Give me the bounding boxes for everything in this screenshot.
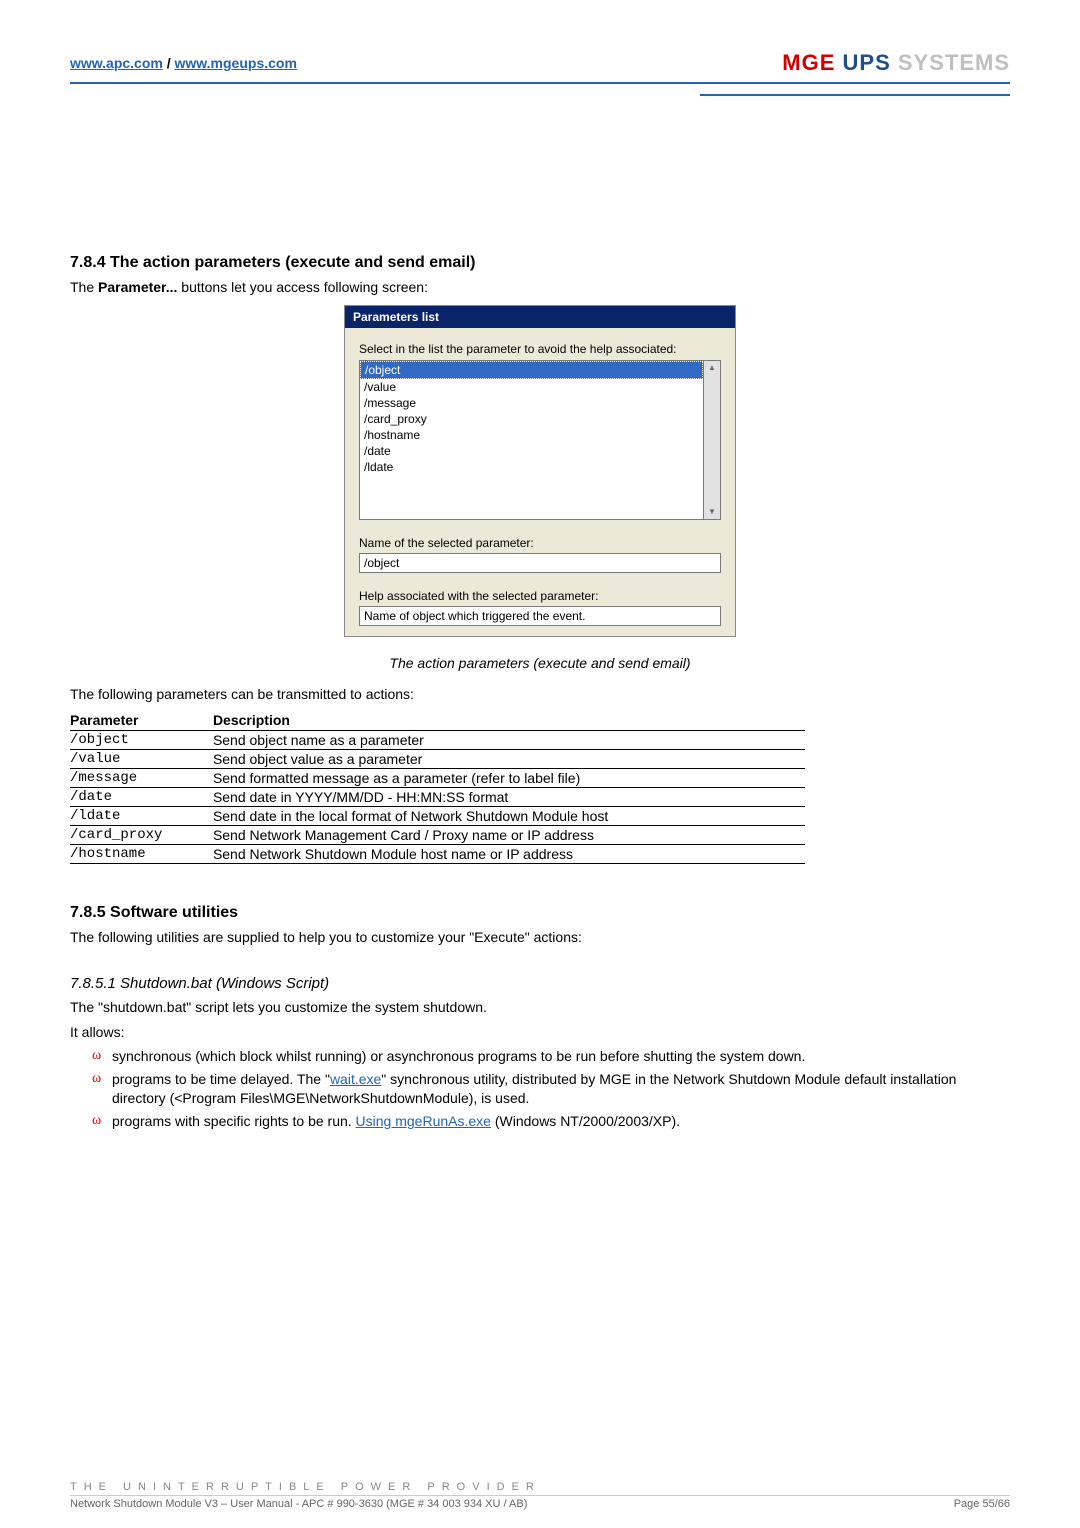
bullet-1: synchronous (which block whilst running)… [92, 1047, 1010, 1066]
shutdown-bat-p2: It allows: [70, 1023, 1010, 1042]
list-item[interactable]: /date [360, 443, 703, 459]
footer-meta: Network Shutdown Module V3 – User Manual… [70, 1498, 527, 1510]
brand-logo: MGE UPS SYSTEMS [782, 50, 1010, 76]
scroll-down-icon[interactable]: ▼ [705, 505, 719, 519]
section-7-8-5-1-heading: 7.8.5.1 Shutdown.bat (Windows Script) [70, 975, 1010, 992]
shutdown-bat-p1: The "shutdown.bat" script lets you custo… [70, 998, 1010, 1017]
dialog-prompt: Select in the list the parameter to avoi… [359, 342, 721, 356]
cell-parameter: /date [70, 787, 213, 806]
help-field: Name of object which triggered the event… [359, 606, 721, 626]
cell-parameter: /card_proxy [70, 825, 213, 844]
footer-tagline: THE UNINTERRUPTIBLE POWER PROVIDER [70, 1481, 1010, 1493]
list-item[interactable]: /hostname [360, 427, 703, 443]
figure-caption: The action parameters (execute and send … [70, 655, 1010, 671]
link-wait-exe[interactable]: wait.exe [330, 1071, 381, 1087]
list-item[interactable]: /message [360, 395, 703, 411]
logo-systems: SYSTEMS [898, 50, 1010, 75]
link-mgerunas[interactable]: Using mgeRunAs.exe [356, 1113, 491, 1129]
cell-description: Send Network Shutdown Module host name o… [213, 844, 805, 863]
parameters-dialog: Parameters list Select in the list the p… [344, 305, 736, 637]
list-item[interactable]: /ldate [360, 459, 703, 475]
section-7-8-4-heading: 7.8.4 The action parameters (execute and… [70, 254, 1010, 272]
footer-page: Page 55/66 [954, 1498, 1010, 1510]
cell-description: Send Network Management Card / Proxy nam… [213, 825, 805, 844]
selected-parameter-field[interactable]: /object [359, 553, 721, 573]
cell-description: Send object value as a parameter [213, 749, 805, 768]
list-item[interactable]: /value [360, 379, 703, 395]
link-apc[interactable]: www.apc.com [70, 55, 163, 71]
th-parameter: Parameter [70, 710, 213, 731]
cell-parameter: /object [70, 730, 213, 749]
list-item[interactable]: /card_proxy [360, 411, 703, 427]
cell-parameter: /message [70, 768, 213, 787]
page-footer: THE UNINTERRUPTIBLE POWER PROVIDER Netwo… [70, 1481, 1010, 1510]
table-row: /valueSend object value as a parameter [70, 749, 805, 768]
cell-parameter: /hostname [70, 844, 213, 863]
section-7-8-5-heading: 7.8.5 Software utilities [70, 904, 1010, 922]
table-row: /hostnameSend Network Shutdown Module ho… [70, 844, 805, 863]
parameter-listbox[interactable]: /object /value /message /card_proxy /hos… [359, 360, 721, 520]
table-intro: The following parameters can be transmit… [70, 685, 1010, 704]
bullet-3: programs with specific rights to be run.… [92, 1112, 1010, 1131]
header-separator: / [163, 55, 175, 71]
cell-description: Send object name as a parameter [213, 730, 805, 749]
scrollbar[interactable]: ▲ ▼ [703, 360, 721, 520]
cell-description: Send date in YYYY/MM/DD - HH:MN:SS forma… [213, 787, 805, 806]
header-rule [70, 82, 1010, 84]
page-header: www.apc.com / www.mgeups.com MGE UPS SYS… [70, 50, 1010, 76]
label-help: Help associated with the selected parame… [359, 589, 721, 603]
link-mgeups[interactable]: www.mgeups.com [175, 55, 297, 71]
section-7-8-5-intro: The following utilities are supplied to … [70, 928, 1010, 947]
table-row: /card_proxySend Network Management Card … [70, 825, 805, 844]
table-row: /objectSend object name as a parameter [70, 730, 805, 749]
cell-parameter: /ldate [70, 806, 213, 825]
table-row: /ldateSend date in the local format of N… [70, 806, 805, 825]
logo-ups: UPS [835, 50, 897, 75]
parameters-table: Parameter Description /objectSend object… [70, 710, 805, 864]
table-row: /dateSend date in YYYY/MM/DD - HH:MN:SS … [70, 787, 805, 806]
th-description: Description [213, 710, 805, 731]
dialog-titlebar: Parameters list [345, 306, 735, 328]
cell-description: Send formatted message as a parameter (r… [213, 768, 805, 787]
header-links: www.apc.com / www.mgeups.com [70, 55, 297, 71]
logo-mge: MGE [782, 50, 835, 75]
label-selected-parameter: Name of the selected parameter: [359, 536, 721, 550]
section-7-8-4-intro: The Parameter... buttons let you access … [70, 278, 1010, 297]
list-item[interactable]: /object [360, 361, 703, 379]
bullet-2: programs to be time delayed. The "wait.e… [92, 1070, 1010, 1108]
cell-description: Send date in the local format of Network… [213, 806, 805, 825]
scroll-up-icon[interactable]: ▲ [705, 361, 719, 375]
cell-parameter: /value [70, 749, 213, 768]
table-row: /messageSend formatted message as a para… [70, 768, 805, 787]
